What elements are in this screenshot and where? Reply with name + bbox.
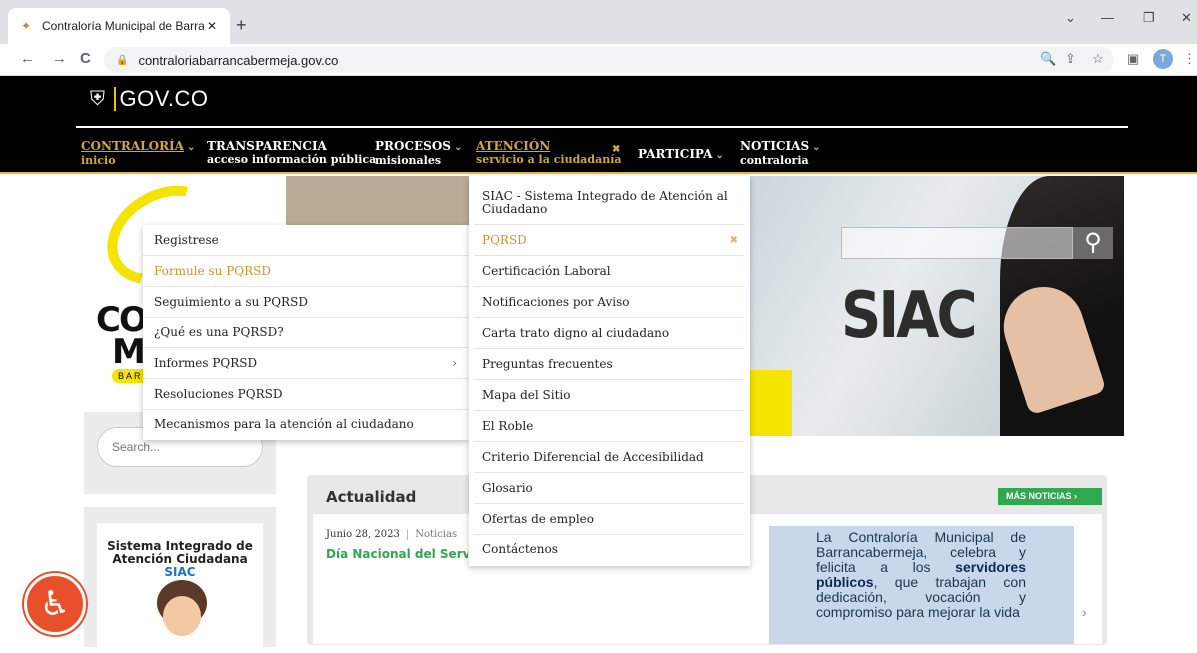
submenu-item-registrese[interactable]: Registrese	[143, 225, 469, 256]
nav-participa[interactable]: PARTICIPA ⌄	[638, 148, 724, 162]
menu-item-carta-trato[interactable]: Carta trato digno al ciudadano	[474, 318, 744, 349]
menu-item-pqrsd-label: PQRSD	[482, 233, 527, 247]
news-body-bold-2: públicos	[816, 574, 874, 590]
menu-item-criterio[interactable]: Criterio Diferencial de Accesibilidad	[474, 442, 744, 473]
govco-logo[interactable]: ⛨ GOV.CO	[90, 86, 209, 112]
nav-procesos-sub: misionales	[375, 154, 442, 167]
nav-noticias-label: NOTICIAS	[740, 139, 810, 153]
siac-label: SIAC	[164, 565, 196, 579]
header-divider	[76, 126, 1128, 128]
forward-button[interactable]: →	[52, 50, 67, 67]
colombia-shield-icon: ⛨	[90, 87, 106, 110]
minimize-button[interactable]: —	[1101, 10, 1114, 25]
menu-item-glosario[interactable]: Glosario	[474, 473, 744, 504]
chevron-down-icon: ⌄	[715, 150, 724, 161]
news-image-text: La Contraloría Municipal de Barrancaberm…	[816, 530, 1026, 620]
url-text: contraloriabarrancabermeja.gov.co	[138, 52, 339, 68]
nav-atencion[interactable]: ATENCIÓN ✖ servicio a la ciudadanía	[476, 139, 624, 167]
atencion-dropdown: SIAC - Sistema Integrado de Atención al …	[469, 176, 750, 566]
siac-line-2: Atención Ciudadana	[112, 552, 248, 566]
menu-item-pqrsd[interactable]: PQRSD ✖	[474, 225, 744, 256]
menu-item-preguntas[interactable]: Preguntas frecuentes	[474, 349, 744, 380]
chevron-down-icon: ⌄	[812, 142, 821, 153]
submenu-item-mecanismos[interactable]: Mecanismos para la atención al ciudadano	[143, 409, 469, 440]
nav-atencion-sub: servicio a la ciudadanía	[476, 153, 622, 166]
close-icon[interactable]: ✖	[730, 235, 738, 246]
news-headline[interactable]: Día Nacional del Servidor Público	[326, 547, 468, 561]
siac-card-title: Sistema Integrado de Atención Ciudadana …	[100, 540, 260, 579]
submenu-item-formule[interactable]: Formule su PQRSD	[143, 256, 469, 287]
site-favicon-icon: ✦	[20, 19, 32, 33]
menu-item-certificacion[interactable]: Certificación Laboral	[474, 256, 744, 287]
carousel-next-icon[interactable]: ›	[1082, 604, 1087, 620]
pqrsd-submenu: Registrese Formule su PQRSD Seguimiento …	[143, 225, 469, 440]
nav-transparencia-sub: acceso información pública	[207, 153, 377, 166]
reload-button[interactable]: C	[80, 50, 91, 67]
siac-line-1: Sistema Integrado de	[107, 539, 253, 553]
profile-avatar[interactable]: T	[1153, 49, 1173, 69]
nav-procesos-label: PROCESOS	[375, 139, 451, 153]
news-date: Junio 28, 2023	[326, 529, 400, 540]
bookmark-star-icon[interactable]: ☆	[1092, 51, 1104, 67]
browser-tab[interactable]: ✦ Contraloría Municipal de Barranc ✕	[8, 8, 230, 44]
share-icon[interactable]: ⇪	[1065, 51, 1076, 67]
zoom-icon[interactable]: 🔍	[1040, 51, 1056, 67]
submenu-item-seguimiento[interactable]: Seguimiento a su PQRSD	[143, 287, 469, 318]
tab-search-icon[interactable]: ⌄	[1065, 10, 1076, 26]
menu-item-el-roble[interactable]: El Roble	[474, 411, 744, 442]
search-icon: ⚲	[1073, 227, 1113, 259]
lock-icon: 🔒	[116, 54, 129, 66]
news-category[interactable]: Noticias	[415, 529, 457, 540]
tab-close-icon[interactable]: ✕	[204, 19, 220, 33]
nav-contraloria[interactable]: CONTRALORÍA ⌄ inicio	[81, 139, 196, 168]
submenu-item-resoluciones[interactable]: Resoluciones PQRSD	[143, 379, 469, 410]
close-icon[interactable]: ✖	[612, 143, 620, 156]
nav-contraloria-sub: inicio	[81, 154, 116, 167]
nav-transparencia[interactable]: TRANSPARENCIA acceso información pública	[207, 139, 377, 167]
submenu-item-que-es[interactable]: ¿Qué es una PQRSD?	[143, 317, 469, 348]
news-body-bold-1: servidores	[955, 559, 1026, 575]
chevron-down-icon: ⌄	[186, 142, 196, 153]
browser-toolbar: ← → C 🔒 contraloriabarrancabermeja.gov.c…	[0, 44, 1197, 76]
logo-divider	[113, 87, 116, 111]
nav-participa-label: PARTICIPA	[638, 147, 713, 161]
nav-procesos[interactable]: PROCESOS ⌄ misionales	[375, 139, 463, 168]
browser-menu-icon[interactable]: ⋮	[1183, 51, 1196, 67]
chevron-down-icon: ⌄	[453, 142, 463, 153]
submenu-item-informes-label: Informes PQRSD	[154, 356, 258, 370]
address-bar[interactable]: 🔒 contraloriabarrancabermeja.gov.co	[104, 47, 1114, 73]
menu-item-siac[interactable]: SIAC - Sistema Integrado de Atención al …	[474, 181, 744, 225]
menu-item-ofertas[interactable]: Ofertas de empleo	[474, 504, 744, 535]
new-tab-button[interactable]: +	[236, 15, 247, 36]
hero-search-bar	[841, 227, 1073, 259]
restore-button[interactable]: ❐	[1143, 10, 1155, 26]
nav-contraloria-label: CONTRALORÍA	[81, 139, 184, 153]
news-section-title: Actualidad	[326, 488, 417, 506]
menu-item-notificaciones[interactable]: Notificaciones por Aviso	[474, 287, 744, 318]
news-meta: Junio 28, 2023 | Noticias	[326, 529, 457, 540]
agent-avatar-face	[163, 596, 201, 636]
meta-separator: |	[405, 529, 410, 540]
hero-yellow-block	[748, 370, 792, 436]
back-button[interactable]: ←	[20, 50, 35, 67]
chevron-right-icon: ›	[452, 356, 457, 370]
menu-item-mapa[interactable]: Mapa del Sitio	[474, 380, 744, 411]
menu-item-contactenos[interactable]: Contáctenos	[474, 535, 744, 563]
more-news-button[interactable]: MÁS NOTICIAS ›	[998, 488, 1102, 505]
header-accent-line	[0, 172, 1197, 174]
submenu-item-informes[interactable]: Informes PQRSD ›	[143, 348, 469, 379]
tab-title: Contraloría Municipal de Barranc	[42, 19, 204, 33]
nav-transparencia-label: TRANSPARENCIA	[207, 139, 327, 153]
nav-atencion-label: ATENCIÓN	[476, 139, 551, 153]
nav-noticias[interactable]: NOTICIAS ⌄ contraloria	[740, 139, 821, 168]
hero-siac-text: SIAC	[841, 278, 978, 353]
nav-noticias-sub: contraloria	[740, 154, 809, 167]
govco-text: GOV.CO	[119, 86, 209, 111]
accessibility-icon[interactable]: ♿	[24, 573, 86, 635]
close-window-button[interactable]: ✕	[1181, 10, 1192, 26]
side-panel-icon[interactable]: ▣	[1127, 51, 1139, 67]
